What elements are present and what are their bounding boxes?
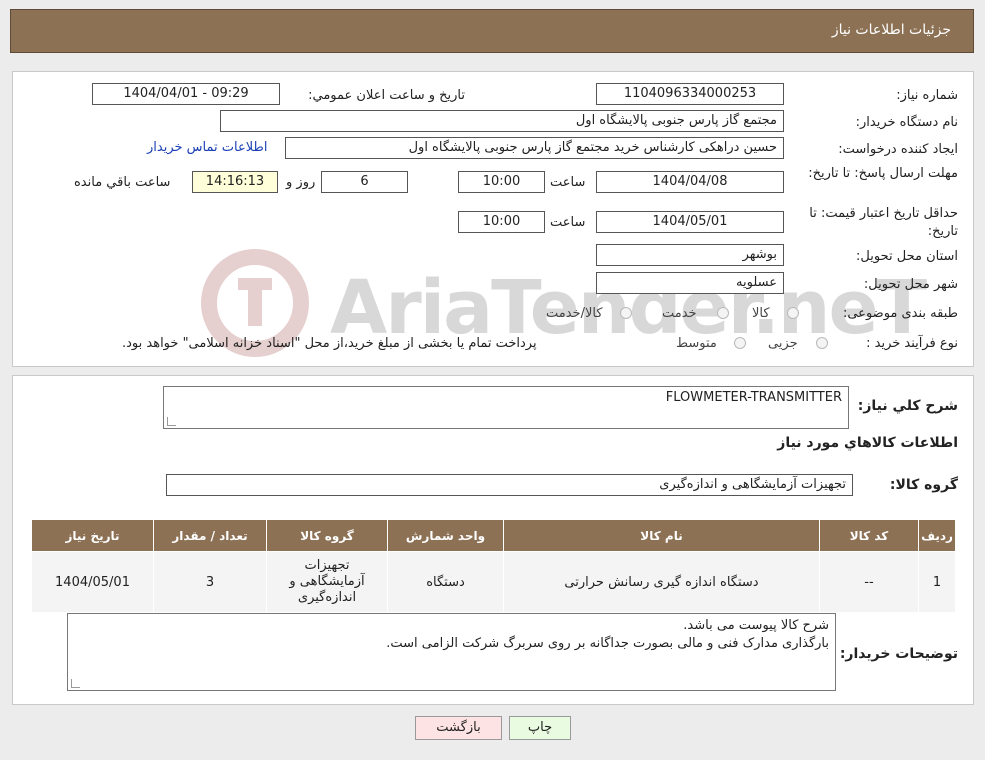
category-goods-label: كالا	[752, 306, 770, 321]
deadline-label: مهلت ارسال پاسخ: تا تاريخ:	[808, 166, 958, 181]
category-goods-service-radio[interactable]	[620, 307, 632, 319]
creator-field: حسین دراهکی کارشناس خرید مجتمع گاز پارس …	[285, 137, 784, 159]
days-label: روز و	[286, 175, 316, 190]
items-heading: اطلاعات كالاهاي مورد نياز	[777, 435, 958, 451]
cell-unit: دستگاه	[387, 551, 504, 613]
process-minor-label: جزیی	[768, 336, 798, 351]
buyer-notes-line-2: بارگذاری مدارک فنی و مالی بصورت جداگانه …	[386, 636, 829, 651]
days-field: 6	[321, 171, 408, 193]
process-minor-radio[interactable]	[816, 337, 828, 349]
items-table: رديف كد كالا نام كالا واحد شمارش گروه كا…	[31, 519, 956, 613]
resize-grip-icon[interactable]	[71, 679, 80, 688]
validity-label: حداقل تاريخ اعتبار قيمت: تا تاريخ:	[809, 206, 958, 239]
buyer-notes-label: توضیحات خریدار:	[839, 646, 958, 662]
group-label: گروه كالا:	[889, 477, 958, 493]
category-goods-radio[interactable]	[787, 307, 799, 319]
summary-textarea[interactable]: FLOWMETER-TRANSMITTER	[163, 386, 849, 429]
validity-time-field: 10:00	[458, 211, 545, 233]
remaining-time-field: 14:16:13	[192, 171, 278, 193]
category-service-radio[interactable]	[717, 307, 729, 319]
process-medium-label: متوسط	[676, 336, 717, 351]
need-number-label: شماره نیاز:	[896, 88, 958, 103]
province-label: استان محل تحويل:	[856, 249, 958, 264]
col-name: نام كالا	[503, 519, 820, 552]
need-number-field: 1104096334000253	[596, 83, 784, 105]
col-row: رديف	[918, 519, 956, 552]
process-note: پرداخت تمام یا بخشی از مبلغ خرید،از محل …	[122, 336, 537, 351]
remaining-label: ساعت باقي مانده	[74, 175, 171, 190]
process-medium-radio[interactable]	[734, 337, 746, 349]
announce-field: 1404/04/01 - 09:29	[92, 83, 280, 105]
buyer-notes-line-1: شرح کالا پیوست می باشد.	[683, 618, 829, 633]
cell-row: 1	[918, 551, 956, 613]
process-label: نوع فرآيند خريد :	[866, 336, 958, 351]
announce-label: تاریخ و ساعت اعلان عمومي:	[308, 88, 465, 103]
cell-name: دستگاه اندازه گیری رسانش حرارتی	[503, 551, 820, 613]
col-group: گروه كالا	[266, 519, 388, 552]
back-button[interactable]: بازگشت	[415, 716, 502, 740]
deadline-time-field: 10:00	[458, 171, 545, 193]
table-row: 1 -- دستگاه اندازه گیری رسانش حرارتی دست…	[31, 551, 956, 613]
cell-group: تجهیزات آزمایشگاهی و اندازه‌گیری	[266, 551, 388, 613]
deadline-time-label: ساعت	[550, 175, 586, 190]
city-label: شهر محل تحويل:	[863, 277, 958, 292]
print-button[interactable]: چاپ	[509, 716, 571, 740]
page-header: جزئیات اطلاعات نیاز	[10, 9, 974, 53]
buyer-field: مجتمع گاز پارس جنوبی پالایشگاه اول	[220, 110, 784, 132]
cell-code: --	[819, 551, 919, 613]
creator-label: ايجاد کننده درخواست:	[838, 142, 958, 157]
category-goods-service-label: كالا/خدمت	[546, 306, 603, 321]
col-unit: واحد شمارش	[387, 519, 504, 552]
cell-qty: 3	[153, 551, 267, 613]
validity-date-field: 1404/05/01	[596, 211, 784, 233]
summary-label: شرح كلي نياز:	[857, 398, 958, 414]
group-field: تجهیزات آزمایشگاهی و اندازه‌گیری	[166, 474, 853, 496]
buyer-label: نام دستگاه خريدار:	[855, 115, 958, 130]
province-field: بوشهر	[596, 244, 784, 266]
table-header-row: رديف كد كالا نام كالا واحد شمارش گروه كا…	[31, 519, 956, 552]
category-service-label: خدمت	[662, 306, 697, 321]
cell-date: 1404/05/01	[31, 551, 154, 613]
deadline-date-field: 1404/04/08	[596, 171, 784, 193]
col-qty: تعداد / مقدار	[153, 519, 267, 552]
page-title: جزئیات اطلاعات نیاز	[831, 22, 951, 38]
cell-group-text: تجهیزات آزمایشگاهی و اندازه‌گیری	[289, 558, 365, 605]
city-field: عسلویه	[596, 272, 784, 294]
resize-grip-icon[interactable]	[167, 417, 176, 426]
summary-text: FLOWMETER-TRANSMITTER	[665, 390, 842, 405]
category-label: طبقه بندی موضوعی:	[842, 306, 958, 321]
validity-time-label: ساعت	[550, 215, 586, 230]
col-code: كد كالا	[819, 519, 919, 552]
col-date: تاريخ نياز	[31, 519, 154, 552]
buyer-notes-textarea[interactable]: شرح کالا پیوست می باشد. بارگذاری مدارک ف…	[67, 613, 836, 691]
buyer-contact-link[interactable]: اطلاعات تماس خريدار	[147, 140, 267, 155]
